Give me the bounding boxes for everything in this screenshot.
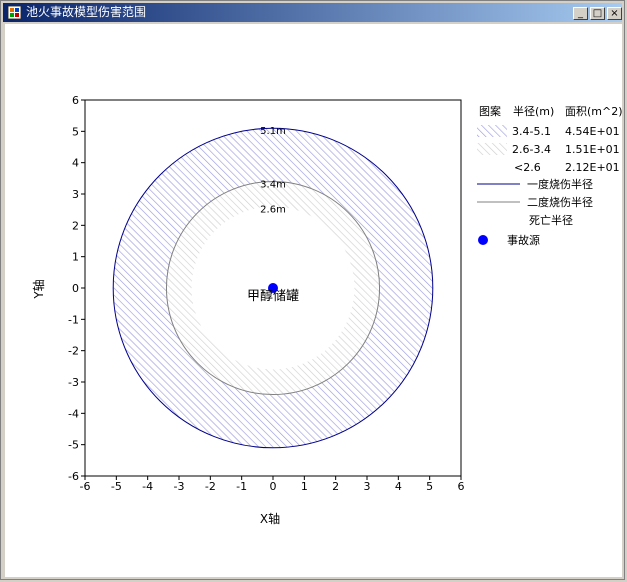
x-tick-label: 5 <box>426 480 433 493</box>
y-tick-label: 3 <box>72 188 79 201</box>
x-tick-label: 0 <box>270 480 277 493</box>
x-tick-label: 4 <box>395 480 402 493</box>
legend-death-label: 死亡半径 <box>529 213 573 227</box>
legend-row-2-radius: 2.6-3.4 <box>512 143 551 156</box>
x-axis-label: X轴 <box>260 511 280 526</box>
x-tick-label: -1 <box>236 480 247 493</box>
y-tick-label: 1 <box>72 251 79 264</box>
legend-first-degree-label: 一度烧伤半径 <box>527 177 593 191</box>
y-tick-label: -5 <box>68 439 79 452</box>
source-label: 甲醇储罐 <box>247 288 299 304</box>
chart-area: -6 -5 -4 -3 -2 -1 0 1 2 3 4 5 6 -6 -5 -4 -3 -2 -1 0 1 2 3 4 5 6 … <box>5 24 623 577</box>
y-axis-ticks: -6 -5 -4 -3 -2 -1 0 1 2 3 4 5 6 <box>68 94 85 483</box>
legend-header-radius: 半径(m) <box>513 104 554 118</box>
legend-row-3-radius: <2.6 <box>514 161 541 174</box>
x-tick-label: 3 <box>364 480 371 493</box>
legend-source-dot <box>478 235 488 245</box>
y-tick-label: 2 <box>72 219 79 232</box>
y-tick-label: 4 <box>72 157 79 170</box>
y-tick-label: -3 <box>68 376 79 389</box>
legend-second-degree-label: 二度烧伤半径 <box>527 195 593 209</box>
y-tick-label: 0 <box>72 282 79 295</box>
radius-label-5.1: 5.1m <box>260 126 286 137</box>
title-bar[interactable]: 池火事故模型伤害范围 _ □ × <box>3 3 622 22</box>
x-tick-label: -2 <box>205 480 216 493</box>
legend-row-2-area: 1.51E+01 <box>565 143 620 156</box>
window-title: 池火事故模型伤害范围 <box>26 5 147 19</box>
x-tick-label: -3 <box>174 480 185 493</box>
x-tick-label: 1 <box>301 480 308 493</box>
y-tick-label: -2 <box>68 345 79 358</box>
y-tick-label: -6 <box>68 470 79 483</box>
pool-fire-chart: -6 -5 -4 -3 -2 -1 0 1 2 3 4 5 6 -6-5-4-3-2-10123456 … <box>31 94 623 526</box>
radius-label-2.6: 2.6m <box>260 205 286 216</box>
y-tick-label: -4 <box>68 407 79 420</box>
y-tick-label: -1 <box>68 313 79 326</box>
legend-header-area: 面积(m^2) <box>565 105 622 118</box>
radius-label-3.4: 3.4m <box>260 179 286 190</box>
legend-swatch-blue-hatch <box>477 125 507 137</box>
close-button[interactable]: × <box>607 7 622 20</box>
legend-row-3-area: 2.12E+01 <box>565 161 620 174</box>
app-icon <box>8 6 21 19</box>
legend-row-1-area: 4.54E+01 <box>565 125 620 138</box>
legend-source-label: 事故源 <box>507 233 540 247</box>
app-window: 池火事故模型伤害范围 _ □ × -6 -5 -4 -3 -2 -1 0 1 2… <box>0 0 625 580</box>
x-tick-label: -4 <box>142 480 153 493</box>
y-tick-label: 5 <box>72 125 79 138</box>
legend-row-1-radius: 3.4-5.1 <box>512 125 551 138</box>
legend: 图案 半径(m) 面积(m^2) 3.4-5.1 4.54E+01 2.6-3.… <box>477 104 623 247</box>
x-tick-label: -5 <box>111 480 122 493</box>
minimize-button[interactable]: _ <box>573 7 588 20</box>
y-tick-label: 6 <box>72 94 79 107</box>
x-tick-label: 2 <box>332 480 339 493</box>
y-axis-label: Y轴 <box>31 279 46 299</box>
legend-swatch-gray-hatch <box>477 143 507 155</box>
legend-header-pattern: 图案 <box>479 104 501 118</box>
x-tick-label: 6 <box>458 480 465 493</box>
x-axis-ticks: -6 -5 -4 -3 -2 -1 0 1 2 3 4 5 6 <box>80 476 465 493</box>
maximize-button[interactable]: □ <box>590 7 605 20</box>
x-tick-label: -6 <box>80 480 91 493</box>
